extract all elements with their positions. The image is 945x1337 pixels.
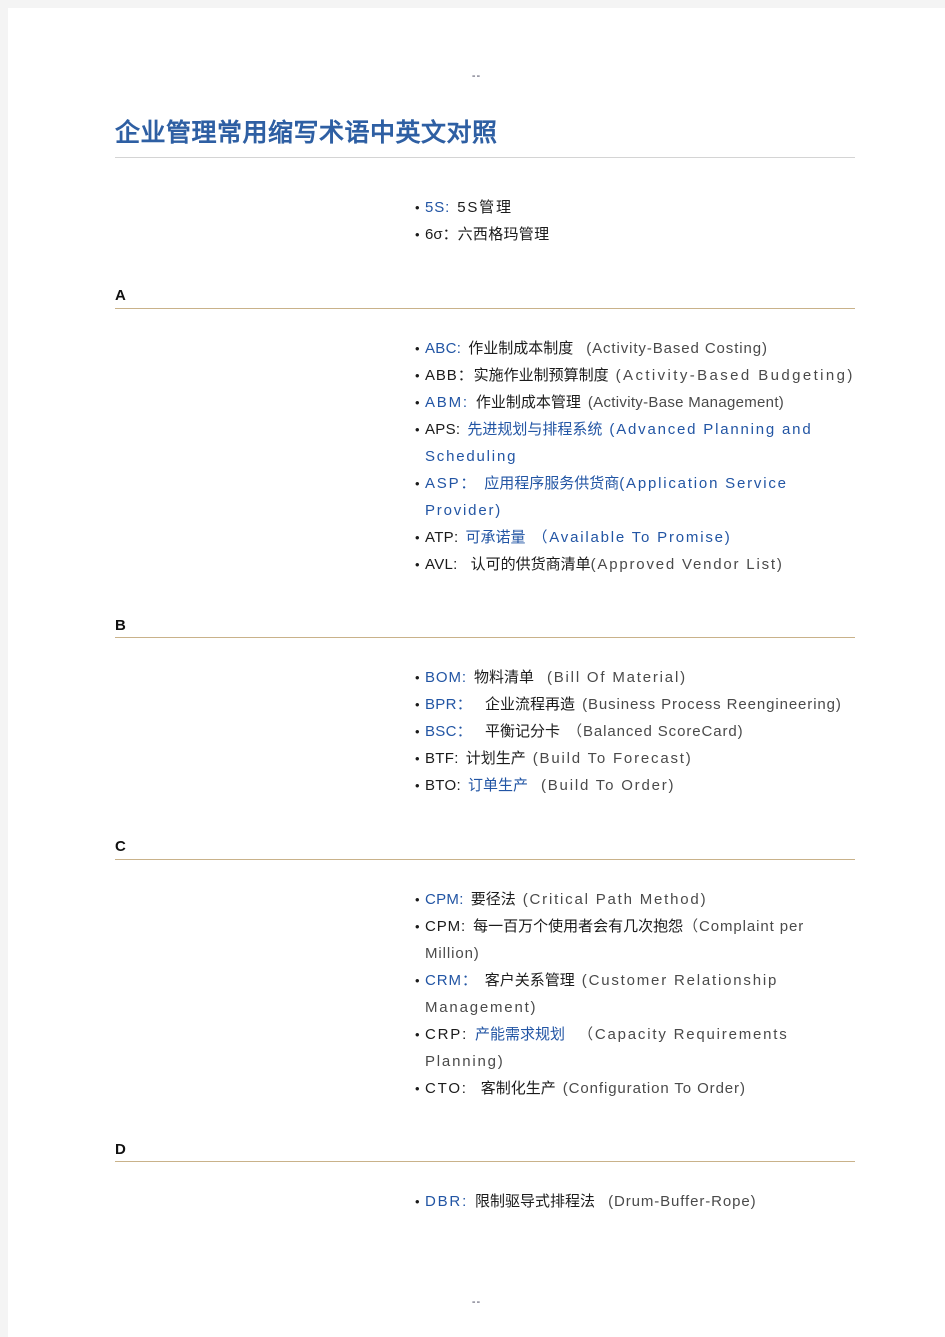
term-en: （Available To Promise) — [532, 528, 732, 546]
term-abbr: BOM: — [425, 669, 467, 687]
term-en: (Configuration To Order) — [562, 1079, 746, 1097]
list-item: BTF: 计划生产 (Build To Forecast) — [415, 745, 855, 772]
list-item: CPM:每一百万个使用者会有几次抱怨（Complaint per Million… — [415, 913, 855, 967]
term-en: (Build To Forecast) — [532, 750, 693, 768]
term-cn: 要径法 — [470, 890, 516, 908]
document-content: 企业管理常用缩写术语中英文对照 5S: 5S管理 6σ：六西格玛管理 A — [8, 118, 945, 1215]
section-letter: B — [115, 616, 126, 634]
document-page: -- 企业管理常用缩写术语中英文对照 5S: 5S管理 6σ：六西格玛管理 A — [8, 8, 945, 1337]
term-abbr: AVL: — [425, 555, 458, 573]
term-cn: 5S管理 — [457, 199, 513, 217]
page-footer-mark: -- — [471, 1296, 482, 1308]
term-en: (Activity-Based Budgeting) — [615, 366, 855, 384]
section-a-list: ABC: 作业制成本制度 (Activity-Based Costing) ABB：… — [415, 335, 855, 578]
list-item: 5S: 5S管理 — [415, 194, 855, 221]
term-cn: 平衡记分卡 — [485, 723, 561, 741]
list-item: CRP:产能需求规划（Capacity Requirements Plannin… — [415, 1021, 855, 1075]
term-abbr: BPR： — [425, 696, 473, 714]
list-item: APS:先进规划与排程系统(Advanced Planning and Sche… — [415, 416, 855, 470]
term-cn: 作业制成本制度 — [468, 339, 574, 357]
term-cn: 计划生产 — [465, 750, 526, 768]
list-item: AVL: 认可的供货商清单(Approved Vendor List) — [415, 551, 855, 578]
term-abbr: DBR: — [425, 1193, 469, 1211]
term-cn: 实施作业制预算制度 — [473, 366, 609, 384]
term-cn: 限制驱导式排程法 — [475, 1193, 596, 1211]
section-b: B BOM: 物料清单 (Bill Of Material) BPR： 企业流程再造 (… — [115, 616, 855, 799]
list-item: CRM：客户关系管理(Customer Relationship Managem… — [415, 967, 855, 1021]
term-cn: 客户关系管理 — [484, 971, 575, 989]
term-abbr: 5S: — [425, 199, 451, 217]
list-item: BOM: 物料清单 (Bill Of Material) — [415, 664, 855, 691]
section-b-list: BOM: 物料清单 (Bill Of Material) BPR： 企业流程再造 (Bu… — [415, 664, 855, 799]
section-c-list: CPM:要径法(Critical Path Method) CPM:每一百万个使… — [415, 886, 855, 1102]
list-item: DBR: 限制驱导式排程法 (Drum-Buffer-Rope) — [415, 1188, 855, 1215]
list-item: ABC: 作业制成本制度 (Activity-Based Costing) — [415, 335, 855, 362]
term-abbr: BTO: — [425, 777, 461, 795]
list-item: ABB：实施作业制预算制度 (Activity-Based Budgeting) — [415, 362, 855, 389]
list-item: BSC： 平衡记分卡 （Balanced ScoreCard) — [415, 718, 855, 745]
term-abbr: BSC： — [425, 723, 473, 741]
term-abbr: BTF: — [425, 750, 459, 768]
term-cn: 订单生产 — [467, 777, 528, 795]
page-title: 企业管理常用缩写术语中英文对照 — [115, 120, 498, 147]
list-item: BPR： 企业流程再造 (Business Process Reengineerin… — [415, 691, 855, 718]
term-abbr: ABC: — [425, 339, 462, 357]
term-en: (Bill Of Material) — [546, 669, 687, 687]
section-c: C CPM:要径法(Critical Path Method) CPM:每一百万… — [115, 839, 855, 1102]
term-cn: 产能需求规划 — [475, 1025, 566, 1043]
term-en: (Drum-Buffer-Rope) — [608, 1193, 757, 1211]
section-d: D DBR: 限制驱导式排程法 (Drum-Buffer-Rope) — [115, 1140, 855, 1215]
term-abbr: CRM： — [425, 971, 478, 989]
term-abbr: APS: — [425, 420, 461, 438]
section-letter: C — [115, 838, 126, 856]
term-en: (Build To Order) — [540, 777, 676, 795]
term-abbr: ASP： — [425, 474, 478, 492]
list-item: CPM: 要径法 (Critical Path Method) — [415, 886, 855, 913]
term-abbr: ATP: — [425, 528, 459, 546]
term-cn: 六西格玛管理 — [457, 226, 550, 244]
term-cn: 先进规划与排程系统 — [467, 420, 603, 438]
term-cn: 作业制成本管理 — [475, 393, 581, 411]
page-header-mark: -- — [471, 70, 482, 82]
section-a: A ABC: 作业制成本制度 (Activity-Based Costing) AB… — [115, 288, 855, 578]
term-cn: 可承诺量 — [465, 528, 526, 546]
term-abbr: CPM: — [425, 917, 467, 935]
term-cn: 客制化生产 — [480, 1079, 556, 1097]
list-item: ABM: 作业制成本管理 (Activity-Base Management) — [415, 389, 855, 416]
term-cn: 企业流程再造 — [485, 696, 576, 714]
term-cn: 认可的供货商清单 — [470, 555, 591, 573]
term-abbr: CRP: — [425, 1025, 469, 1043]
term-en: (Business Process Reengineering) — [582, 696, 842, 714]
term-abbr: CTO: — [425, 1079, 468, 1097]
term-abbr: 6σ： — [425, 226, 458, 244]
list-item: BTO: 订单生产 (Build To Order) — [415, 772, 855, 799]
term-en: （Balanced ScoreCard) — [567, 723, 744, 741]
intro-list: 5S: 5S管理 6σ：六西格玛管理 — [415, 194, 855, 248]
term-en: (Activity-Based Costing) — [586, 339, 768, 357]
term-cn: 应用程序服务供货商 — [484, 474, 620, 492]
section-d-list: DBR: 限制驱导式排程法 (Drum-Buffer-Rope) — [415, 1188, 855, 1215]
term-abbr: CPM: — [425, 890, 464, 908]
list-item: 6σ：六西格玛管理 — [415, 221, 855, 248]
term-abbr: ABB： — [425, 366, 474, 384]
list-item: CTO: 客制化生产 (Configuration To Order) — [415, 1075, 855, 1102]
term-en: (Critical Path Method) — [522, 890, 708, 908]
section-letter: D — [115, 1140, 126, 1158]
intro-block: 5S: 5S管理 6σ：六西格玛管理 — [115, 158, 855, 248]
term-en: (Activity-Base Management) — [587, 393, 785, 411]
list-item: ASP：应用程序服务供货商(Application Service Provid… — [415, 470, 855, 524]
term-cn: 物料清单 — [473, 669, 534, 687]
term-cn: 每一百万个使用者会有几次抱怨 — [473, 917, 684, 935]
term-abbr: ABM: — [425, 393, 469, 411]
term-en: (Approved Vendor List) — [590, 555, 784, 573]
list-item: ATP: 可承诺量 （Available To Promise) — [415, 524, 855, 551]
section-letter: A — [115, 287, 126, 305]
